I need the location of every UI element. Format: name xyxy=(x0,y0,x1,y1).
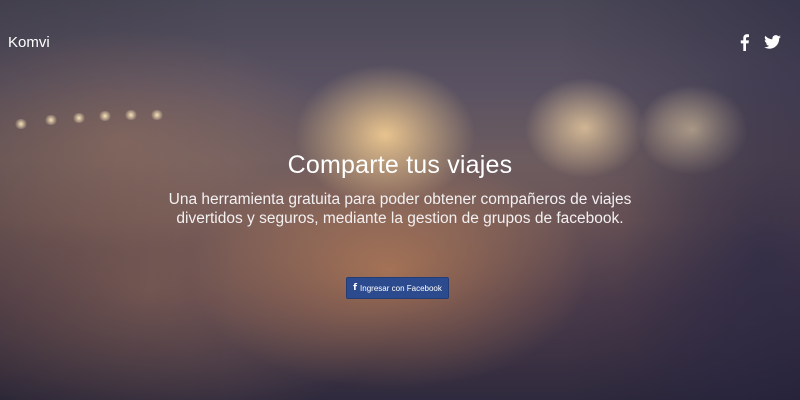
tunnel-light xyxy=(44,115,58,125)
tunnel-light xyxy=(72,113,86,123)
hero-section: Comparte tus viajes Una herramienta grat… xyxy=(0,150,800,228)
hero-subtitle: Una herramienta gratuita para poder obte… xyxy=(168,191,632,227)
tunnel-light xyxy=(98,111,112,121)
twitter-icon xyxy=(763,35,781,49)
brand-logo-link[interactable]: Komvi xyxy=(8,34,50,52)
hero-title: Comparte tus viajes xyxy=(287,151,513,179)
tunnel-light xyxy=(124,110,138,120)
facebook-icon: f xyxy=(353,283,358,293)
twitter-link[interactable] xyxy=(761,32,783,52)
facebook-login-button[interactable]: f Ingresar con Facebook xyxy=(346,277,449,299)
top-navbar: Komvi xyxy=(0,0,800,84)
tunnel-light xyxy=(14,119,28,129)
facebook-login-label: Ingresar con Facebook xyxy=(360,283,442,293)
facebook-link[interactable] xyxy=(733,32,755,52)
tunnel-light xyxy=(150,110,164,120)
facebook-icon xyxy=(740,33,749,51)
